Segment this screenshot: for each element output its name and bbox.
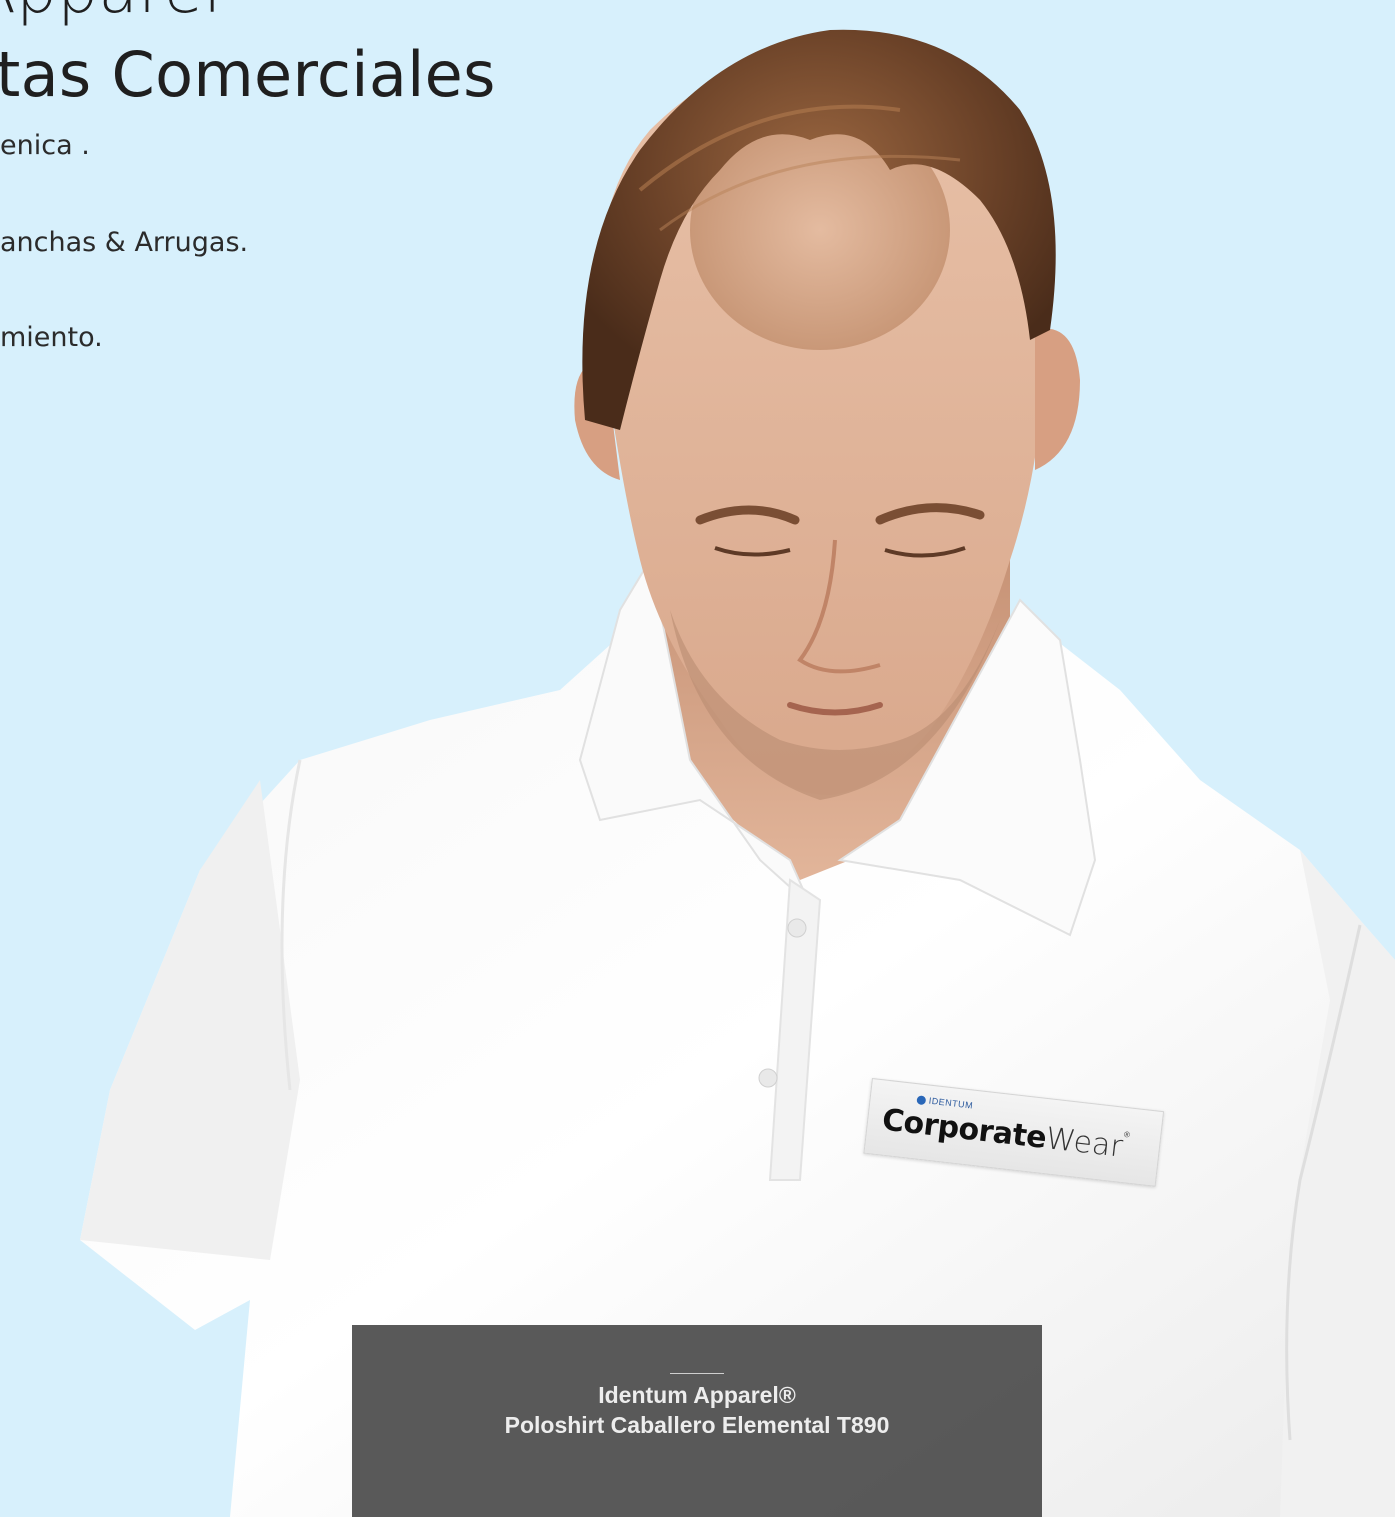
logo-registered-mark: ® (1123, 1129, 1131, 1140)
logo-corporate-text: Corporate (880, 1102, 1048, 1156)
globe-icon (916, 1094, 927, 1105)
corporatewear-logo: CorporateWear® (880, 1103, 1130, 1166)
model-photo (80, 29, 1395, 1517)
caption-product-name: Poloshirt Caballero Elemental T890 (504, 1412, 890, 1438)
caption-divider (670, 1373, 724, 1374)
logo-wear-text: Wear (1044, 1121, 1125, 1165)
product-caption[interactable]: Identum Apparel® Poloshirt Caballero Ele… (352, 1325, 1042, 1517)
caption-brand: Identum Apparel® (598, 1382, 796, 1408)
